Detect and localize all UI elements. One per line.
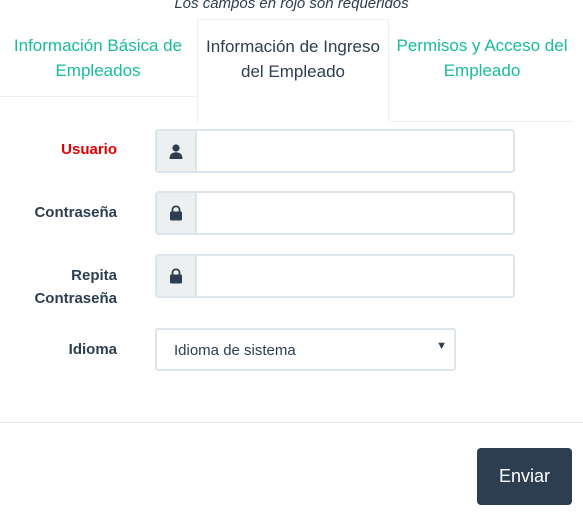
- tab-login-info[interactable]: Información de Ingreso del Empleado: [197, 19, 389, 123]
- username-field[interactable]: [195, 129, 515, 173]
- user-icon: [155, 129, 195, 173]
- repeat-password-label-line1: Repita: [71, 267, 117, 284]
- repeat-password-label: Repita Contraseña: [34, 264, 117, 310]
- repeat-password-label-line2: Contraseña: [34, 290, 117, 307]
- language-select-value: Idioma de sistema: [174, 342, 296, 359]
- tab-divider-left: [0, 96, 197, 97]
- lock-icon: [155, 254, 195, 298]
- tab-permissions[interactable]: Permisos y Acceso del Empleado: [395, 33, 569, 83]
- tab-basic-info[interactable]: Información Básica de Empleados: [10, 33, 186, 83]
- lock-icon: [155, 191, 195, 235]
- repeat-password-input-group: [155, 254, 515, 298]
- username-input-group: [155, 129, 515, 173]
- dropdown-arrow-icon: ▼: [436, 340, 447, 352]
- username-label: Usuario: [61, 141, 117, 158]
- password-field[interactable]: [195, 191, 515, 235]
- password-input-group: [155, 191, 515, 235]
- footer-divider: [0, 422, 583, 423]
- submit-button[interactable]: Enviar: [477, 448, 572, 505]
- repeat-password-field[interactable]: [195, 254, 515, 298]
- language-label: Idioma: [68, 341, 117, 358]
- language-select[interactable]: Idioma de sistema ▼: [155, 328, 456, 371]
- tab-divider-right: [391, 121, 574, 122]
- password-label: Contraseña: [34, 204, 117, 221]
- required-fields-note: Los campos en rojo son requeridos: [174, 0, 409, 12]
